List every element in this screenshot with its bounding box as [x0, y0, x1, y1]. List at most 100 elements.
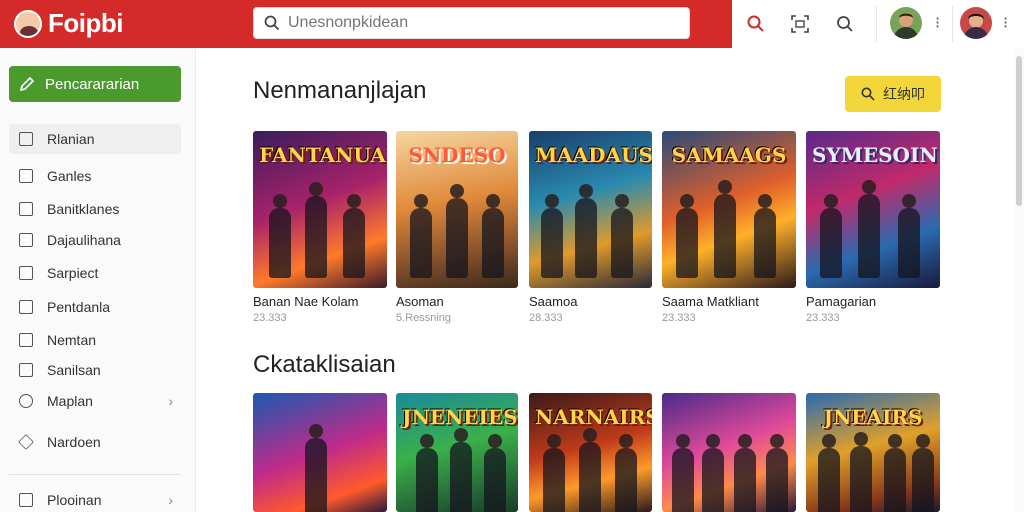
- profile-avatar[interactable]: [960, 7, 992, 39]
- sidebar-item-label: Dajaulihana: [47, 232, 121, 248]
- store-icon: [19, 266, 33, 280]
- sidebar-item-label: Maplan: [47, 393, 93, 409]
- sidebar-item-label: Ganles: [47, 168, 92, 184]
- sidebar-item-label: Sanilsan: [47, 362, 101, 378]
- tag-icon: [19, 233, 33, 247]
- brand[interactable]: Foipbi: [14, 8, 123, 39]
- more-icon[interactable]: ⁝: [935, 12, 940, 36]
- sidebar-item-label: Nardoen: [47, 434, 101, 450]
- sidebar-item-label: Sarpiect: [47, 265, 99, 281]
- smile-icon: [19, 493, 33, 507]
- game-cover: NARNAIRS: [529, 393, 652, 512]
- search-red-icon[interactable]: [744, 12, 768, 36]
- game-card[interactable]: [253, 393, 387, 512]
- sidebar-item-diamond[interactable]: Nardoen: [9, 427, 181, 457]
- sidebar: Pencarararian Rlanian Ganles Banitklanes…: [0, 48, 196, 512]
- sidebar-item-label: Banitklanes: [47, 201, 120, 217]
- game-meta: 23.333: [662, 312, 696, 324]
- game-meta: 23.333: [253, 312, 287, 324]
- section-title: Nenmananjlajan: [253, 77, 427, 104]
- folder-icon: [19, 202, 33, 216]
- sidebar-item-bookmark[interactable]: Nemtan: [9, 325, 181, 355]
- top-bar: Foipbi ⁝ ⁝: [0, 0, 1024, 48]
- scrollbar-thumb[interactable]: [1016, 56, 1022, 206]
- game-cover: JNENEIES: [396, 393, 518, 512]
- game-card[interactable]: [662, 393, 796, 512]
- chevron-right-icon: ›: [168, 393, 173, 409]
- game-meta: 5.Ressning: [396, 312, 452, 324]
- bookmark-icon: [19, 333, 33, 347]
- game-cover: SYMESOIN: [806, 131, 940, 288]
- user-avatar[interactable]: [890, 7, 922, 39]
- home-icon: [19, 132, 33, 146]
- sidebar-item-list[interactable]: Sanilsan: [9, 355, 181, 385]
- pencil-icon: [19, 76, 35, 92]
- game-card[interactable]: JNENEIES: [396, 393, 518, 512]
- search-filter-button[interactable]: 红纳叩: [845, 76, 941, 112]
- game-cover: SNDESO: [396, 131, 518, 288]
- search-icon: [861, 87, 875, 101]
- games-icon: [19, 169, 33, 183]
- game-card[interactable]: NARNAIRS: [529, 393, 652, 512]
- brand-logo: [14, 9, 42, 38]
- sidebar-item-label: Plooinan: [47, 492, 102, 508]
- game-cover: JNEAIRS: [806, 393, 940, 512]
- brand-name: Foipbi: [48, 8, 123, 38]
- divider: [876, 6, 877, 42]
- game-title: Banan Nae Kolam: [253, 294, 359, 309]
- sidebar-item-smile[interactable]: Plooinan ›: [9, 485, 181, 512]
- search-icon[interactable]: [833, 12, 857, 36]
- cover-title: NARNAIRS: [535, 405, 652, 429]
- sidebar-divider: [9, 474, 181, 475]
- game-card[interactable]: SNDESO Asoman 5.Ressning: [396, 131, 518, 324]
- game-card[interactable]: SYMESOIN Pamagarian 23.333: [806, 131, 940, 324]
- chevron-right-icon: ›: [168, 492, 173, 508]
- scrollbar[interactable]: [1014, 48, 1024, 512]
- game-title: Asoman: [396, 294, 444, 309]
- game-cover: MAADAUS: [529, 131, 652, 288]
- search-input[interactable]: [288, 14, 668, 32]
- search-primary-button[interactable]: Pencarararian: [9, 66, 181, 102]
- more-icon[interactable]: ⁝: [1003, 12, 1008, 36]
- game-card[interactable]: SAMAAGS Saama Matkliant 23.333: [662, 131, 796, 324]
- game-meta: 28.333: [529, 312, 563, 324]
- game-title: Saama Matkliant: [662, 294, 759, 309]
- game-card[interactable]: JNEAIRS: [806, 393, 940, 512]
- cover-title: SNDESO: [408, 143, 506, 167]
- scan-icon[interactable]: [788, 12, 812, 36]
- sidebar-item-home[interactable]: Rlanian: [9, 124, 181, 154]
- section-title: Ckataklisaian: [253, 351, 396, 378]
- document-icon: [19, 300, 33, 314]
- sidebar-item-games[interactable]: Ganles: [9, 161, 181, 191]
- sidebar-item-label: Pentdanla: [47, 299, 111, 315]
- sidebar-item-label: Nemtan: [47, 332, 97, 348]
- game-title: Pamagarian: [806, 294, 877, 309]
- game-card[interactable]: MAADAUS Saamoa 28.333: [529, 131, 652, 324]
- search-icon: [264, 15, 280, 31]
- game-card[interactable]: FANTANUAI Banan Nae Kolam 23.333: [253, 131, 387, 324]
- sidebar-item-store[interactable]: Sarpiect: [9, 258, 181, 288]
- list-icon: [19, 363, 33, 377]
- diamond-icon: [18, 434, 34, 450]
- sidebar-item-folder[interactable]: Banitklanes: [9, 194, 181, 224]
- game-meta: 23.333: [806, 312, 840, 324]
- button-label: 红纳叩: [883, 86, 925, 102]
- cover-title: JNEAIRS: [823, 405, 923, 429]
- game-cover: [253, 393, 387, 512]
- search-bar[interactable]: [253, 7, 690, 39]
- map-icon: [19, 394, 33, 408]
- cover-title: FANTANUAI: [259, 143, 387, 167]
- game-cover: [662, 393, 796, 512]
- sidebar-item-tag[interactable]: Dajaulihana: [9, 225, 181, 255]
- cover-title: SAMAAGS: [671, 143, 787, 167]
- cover-title: JNENEIES: [402, 405, 518, 429]
- divider: [952, 6, 953, 42]
- sidebar-item-document[interactable]: Pentdanla: [9, 292, 181, 322]
- cover-title: MAADAUS: [535, 143, 652, 167]
- primary-button-label: Pencarararian: [45, 75, 140, 93]
- game-title: Saamoa: [529, 294, 578, 309]
- sidebar-item-label: Rlanian: [47, 131, 95, 147]
- game-cover: FANTANUAI: [253, 131, 387, 288]
- cover-title: SYMESOIN: [812, 143, 938, 167]
- sidebar-item-map[interactable]: Maplan ›: [9, 386, 181, 416]
